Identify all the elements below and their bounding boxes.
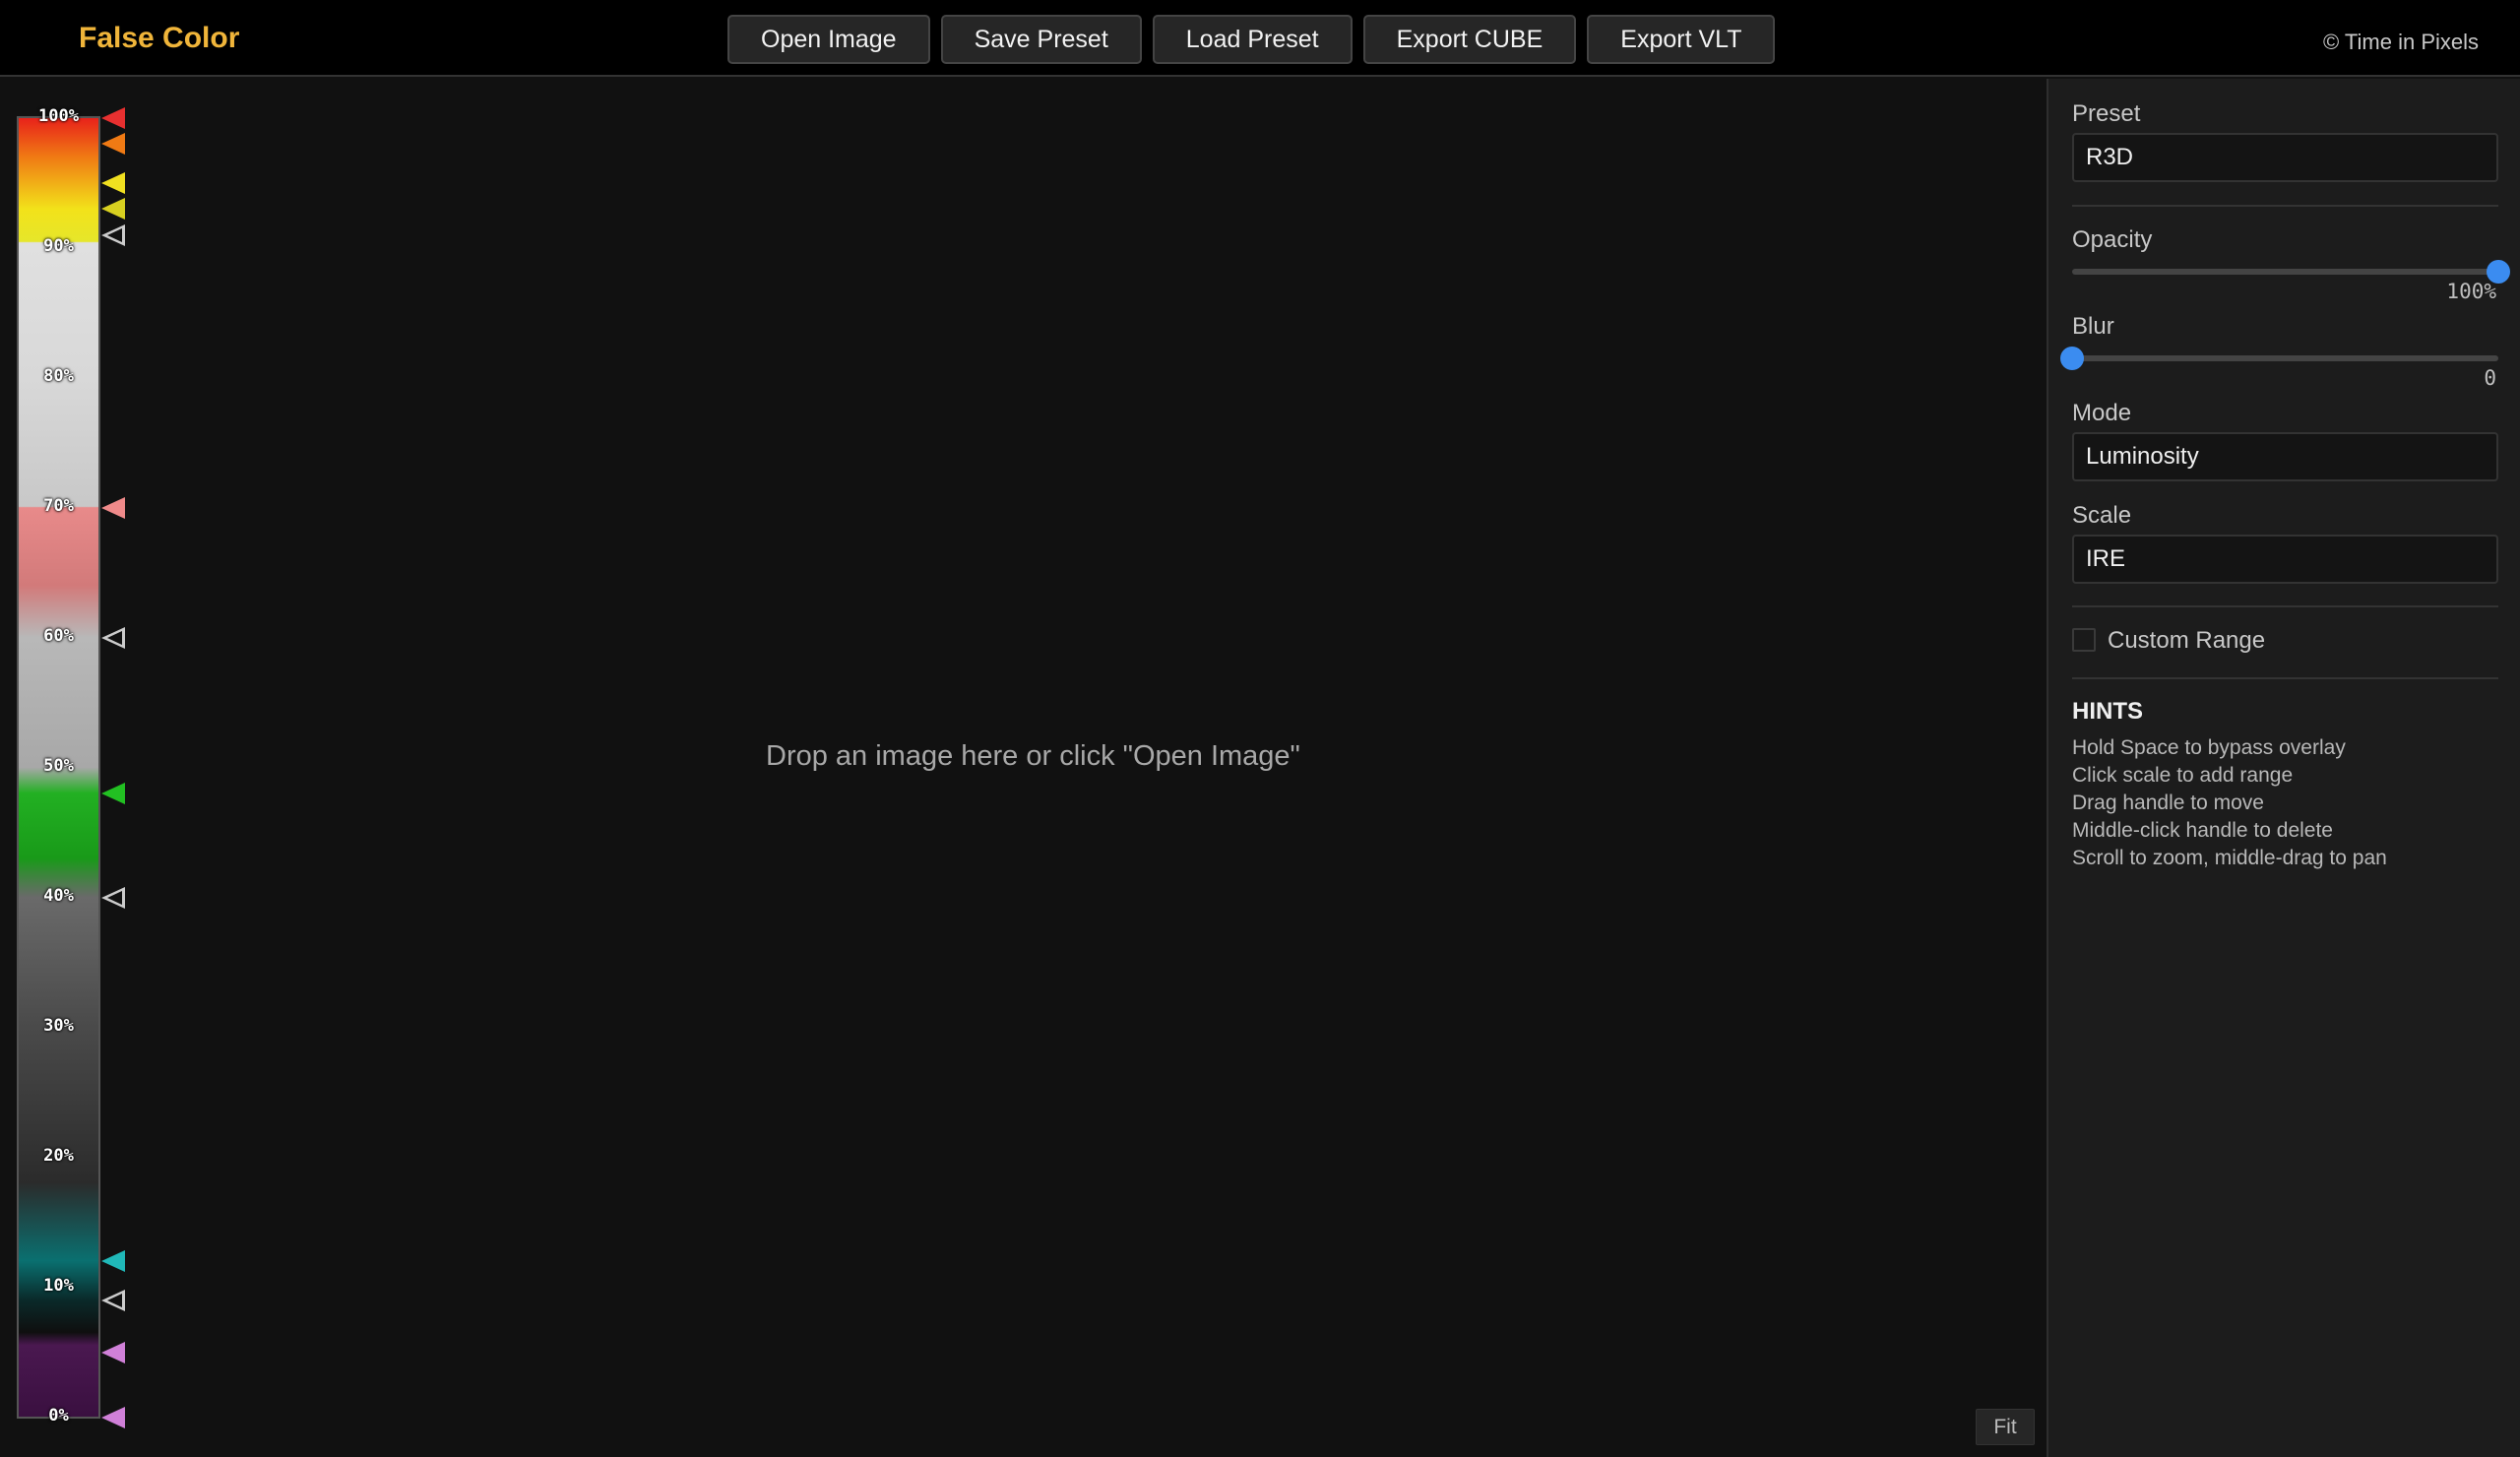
- preset-label: Preset: [2072, 100, 2141, 127]
- hint-item: Drag handle to move: [2072, 792, 2264, 814]
- fit-button[interactable]: Fit: [1976, 1409, 2035, 1445]
- copyright-text: © Time in Pixels: [2322, 30, 2479, 54]
- opacity-slider[interactable]: [2072, 269, 2498, 275]
- range-handle[interactable]: [101, 1342, 125, 1363]
- app-title: False Color: [79, 22, 240, 54]
- blur-slider[interactable]: [2072, 355, 2498, 361]
- scale-label-70: 70%: [43, 496, 74, 516]
- scale-type-select[interactable]: IRE: [2072, 535, 2498, 584]
- range-handle[interactable]: [101, 198, 125, 220]
- mode-select[interactable]: Luminosity: [2072, 432, 2498, 481]
- scale-label-30: 30%: [43, 1016, 74, 1036]
- range-handle[interactable]: [101, 172, 125, 194]
- range-handle[interactable]: [101, 1290, 125, 1311]
- scale-label-10: 10%: [43, 1276, 74, 1296]
- range-handle[interactable]: [101, 783, 125, 804]
- open-image-button[interactable]: Open Image: [727, 15, 930, 64]
- drop-hint: Drop an image here or click "Open Image": [766, 740, 1300, 772]
- range-handle[interactable]: [101, 224, 125, 246]
- scale-label-90: 90%: [43, 236, 74, 256]
- range-handle[interactable]: [101, 627, 125, 649]
- range-handle[interactable]: [101, 497, 125, 519]
- divider: [2072, 677, 2498, 679]
- export-cube-button[interactable]: Export CUBE: [1362, 15, 1577, 64]
- scale-label-0: 0%: [48, 1406, 69, 1425]
- top-bar: False Color Open Image Save Preset Load …: [0, 0, 2520, 77]
- range-handle[interactable]: [101, 1250, 125, 1272]
- scale-label-80: 80%: [43, 366, 74, 386]
- divider: [2072, 205, 2498, 207]
- blur-value: 0: [2484, 366, 2496, 390]
- hint-item: Click scale to add range: [2072, 764, 2294, 787]
- export-vlt-button[interactable]: Export VLT: [1587, 15, 1776, 64]
- scale-label-60: 60%: [43, 626, 74, 646]
- settings-panel: Preset R3D Opacity 100% Blur 0 Mode Lumi…: [2047, 79, 2520, 1457]
- blur-slider-thumb[interactable]: [2060, 347, 2084, 370]
- scale-label-20: 20%: [43, 1146, 74, 1166]
- load-preset-button[interactable]: Load Preset: [1152, 15, 1353, 64]
- mode-label: Mode: [2072, 400, 2132, 426]
- hint-item: Middle-click handle to delete: [2072, 819, 2333, 842]
- toolbar: Open Image Save Preset Load Preset Expor…: [727, 15, 1776, 64]
- scale-type-label: Scale: [2072, 502, 2132, 529]
- range-handle[interactable]: [101, 1407, 125, 1428]
- divider: [2072, 605, 2498, 607]
- save-preset-button[interactable]: Save Preset: [940, 15, 1142, 64]
- hints-title: HINTS: [2072, 698, 2143, 725]
- range-handle[interactable]: [101, 107, 125, 129]
- custom-range-checkbox[interactable]: [2072, 628, 2096, 652]
- scale-label-100: 100%: [38, 106, 79, 126]
- range-handle[interactable]: [101, 887, 125, 909]
- preset-select[interactable]: R3D: [2072, 133, 2498, 182]
- hint-item: Scroll to zoom, middle-drag to pan: [2072, 847, 2387, 869]
- opacity-value: 100%: [2446, 280, 2496, 303]
- hint-item: Hold Space to bypass overlay: [2072, 736, 2346, 759]
- range-handle[interactable]: [101, 133, 125, 155]
- custom-range-label[interactable]: Custom Range: [2108, 627, 2265, 655]
- scale-label-40: 40%: [43, 886, 74, 906]
- blur-label: Blur: [2072, 313, 2114, 340]
- image-canvas[interactable]: Drop an image here or click "Open Image": [0, 79, 2047, 1457]
- opacity-label: Opacity: [2072, 226, 2153, 253]
- scale-label-50: 50%: [43, 756, 74, 776]
